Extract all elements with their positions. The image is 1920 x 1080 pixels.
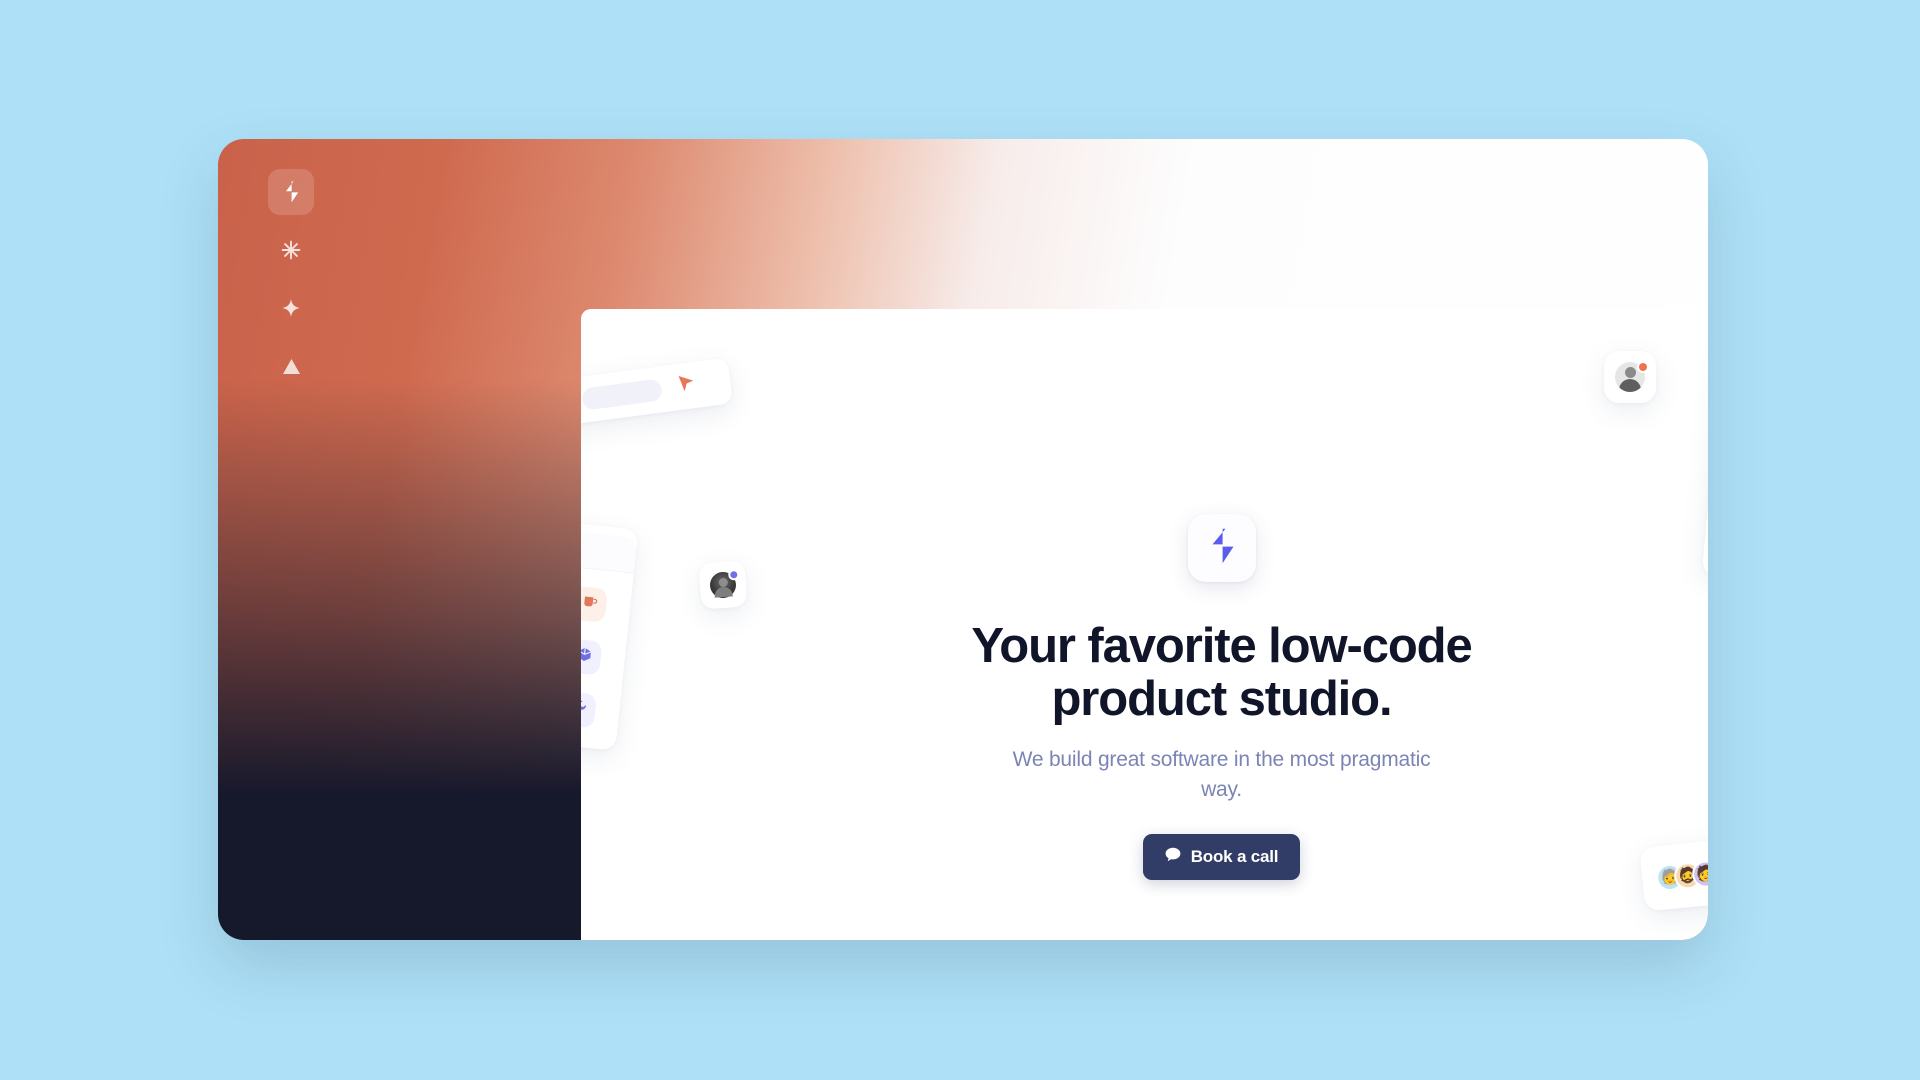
sidebar-item-star[interactable] (268, 285, 314, 331)
bolt-logo-icon (1207, 528, 1237, 569)
sidebar-item-sparkle[interactable] (268, 227, 314, 273)
sidebar-item-home[interactable] (268, 169, 314, 215)
panel-header-strip (581, 529, 638, 574)
cube-box-icon (581, 646, 592, 667)
cube-box-icon-tile (581, 638, 603, 676)
hero-logo-tile (1187, 514, 1256, 582)
floating-composer-card: 🧓 🧔 🧑 (1639, 830, 1708, 912)
notification-badge (727, 568, 740, 581)
floating-icon-rail-card (1701, 335, 1708, 585)
cursor-arrow-icon (677, 373, 697, 399)
hero-subtitle: We build great software in the most prag… (1012, 747, 1431, 801)
sidebar (218, 139, 364, 940)
book-a-call-button[interactable]: Book a call (1142, 834, 1301, 881)
four-point-star-icon (282, 299, 300, 317)
sidebar-item-triangle[interactable] (268, 343, 314, 389)
floating-toolbar-card (581, 357, 734, 431)
sparkle-asterisk-icon (281, 240, 301, 260)
coffee-mug-icon-tile (581, 585, 609, 623)
wrench-icon (581, 699, 587, 720)
content-panel: 🧓 🧔 🧑 Your favorite low-code product stu… (581, 309, 1708, 940)
avatar-stack: 🧓 🧔 🧑 (1655, 858, 1708, 892)
chat-bubble-icon (1165, 847, 1181, 867)
floating-tool-panel-card (581, 521, 639, 751)
placeholder-pill (581, 378, 664, 411)
floating-avatar-chip-card (698, 560, 748, 610)
app-window: 🧓 🧔 🧑 Your favorite low-code product stu… (218, 139, 1708, 940)
notification-badge (1637, 361, 1649, 373)
bolt-logo-icon (282, 181, 301, 203)
hero-section: Your favorite low-code product studio. W… (581, 309, 1708, 940)
coffee-mug-icon (581, 593, 598, 614)
book-a-call-label: Book a call (1190, 847, 1279, 867)
page-title: Your favorite low-code product studio. (971, 619, 1472, 727)
floating-avatar-notify-card (1604, 351, 1656, 403)
triangle-icon (282, 358, 301, 375)
wrench-icon-tile (581, 690, 597, 729)
